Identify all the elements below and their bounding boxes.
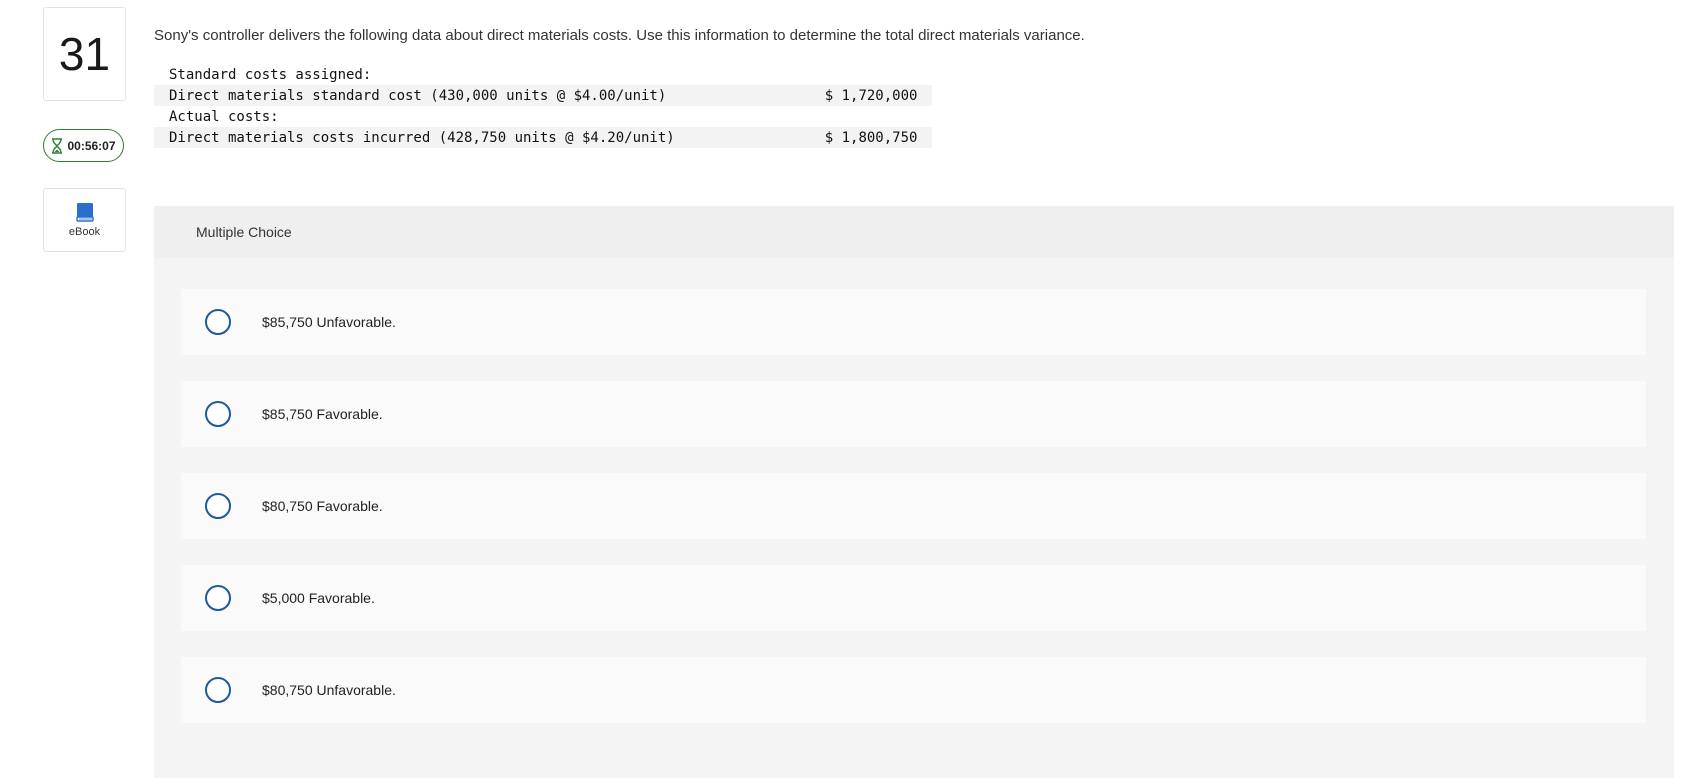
cost-amount: $ 1,720,000 [689,85,933,106]
option-3[interactable]: $80,750 Favorable. [181,473,1646,539]
cost-row: Direct materials costs incurred (428,750… [154,127,933,148]
cost-row: Standard costs assigned: [154,64,932,85]
option-label: $5,000 Favorable. [262,590,375,606]
options-list: $85,750 Unfavorable. $85,750 Favorable. … [154,258,1674,723]
radio-button[interactable] [205,401,231,427]
ebook-button[interactable]: eBook [43,188,126,252]
option-5[interactable]: $80,750 Unfavorable. [181,657,1646,723]
question-content: Sony's controller delivers the following… [154,24,1674,148]
option-label: $85,750 Favorable. [262,406,383,422]
cost-row: Actual costs: [154,106,932,127]
left-rail: 31 00:56:07 eBook [43,7,126,252]
cost-label: Direct materials standard cost (430,000 … [154,85,690,106]
radio-button[interactable] [205,309,231,335]
cost-row: Direct materials standard cost (430,000 … [154,85,933,106]
timer-badge[interactable]: 00:56:07 [43,129,124,162]
option-label: $85,750 Unfavorable. [262,314,396,330]
option-label: $80,750 Unfavorable. [262,682,396,698]
radio-button[interactable] [205,585,231,611]
multiple-choice-header: Multiple Choice [154,206,1674,258]
option-2[interactable]: $85,750 Favorable. [181,381,1646,447]
cost-label: Standard costs assigned: [169,66,372,83]
cost-amount: $ 1,800,750 [689,127,933,148]
cost-label: Actual costs: [169,108,279,125]
multiple-choice-panel: Multiple Choice $85,750 Unfavorable. $85… [154,206,1674,778]
book-icon [75,203,94,222]
timer-value: 00:56:07 [67,138,116,153]
radio-button[interactable] [205,677,231,703]
cost-label: Direct materials costs incurred (428,750… [154,127,690,148]
cost-amount [690,106,933,127]
question-prompt: Sony's controller delivers the following… [154,27,1085,44]
cost-amount [690,64,933,85]
ebook-label: eBook [68,226,101,238]
hourglass-icon [52,137,63,154]
question-number: 31 [43,7,126,101]
cost-table: Standard costs assigned: Direct material… [154,64,933,148]
option-1[interactable]: $85,750 Unfavorable. [181,289,1646,355]
radio-button[interactable] [205,493,231,519]
option-label: $80,750 Favorable. [262,498,383,514]
option-4[interactable]: $5,000 Favorable. [181,565,1646,631]
